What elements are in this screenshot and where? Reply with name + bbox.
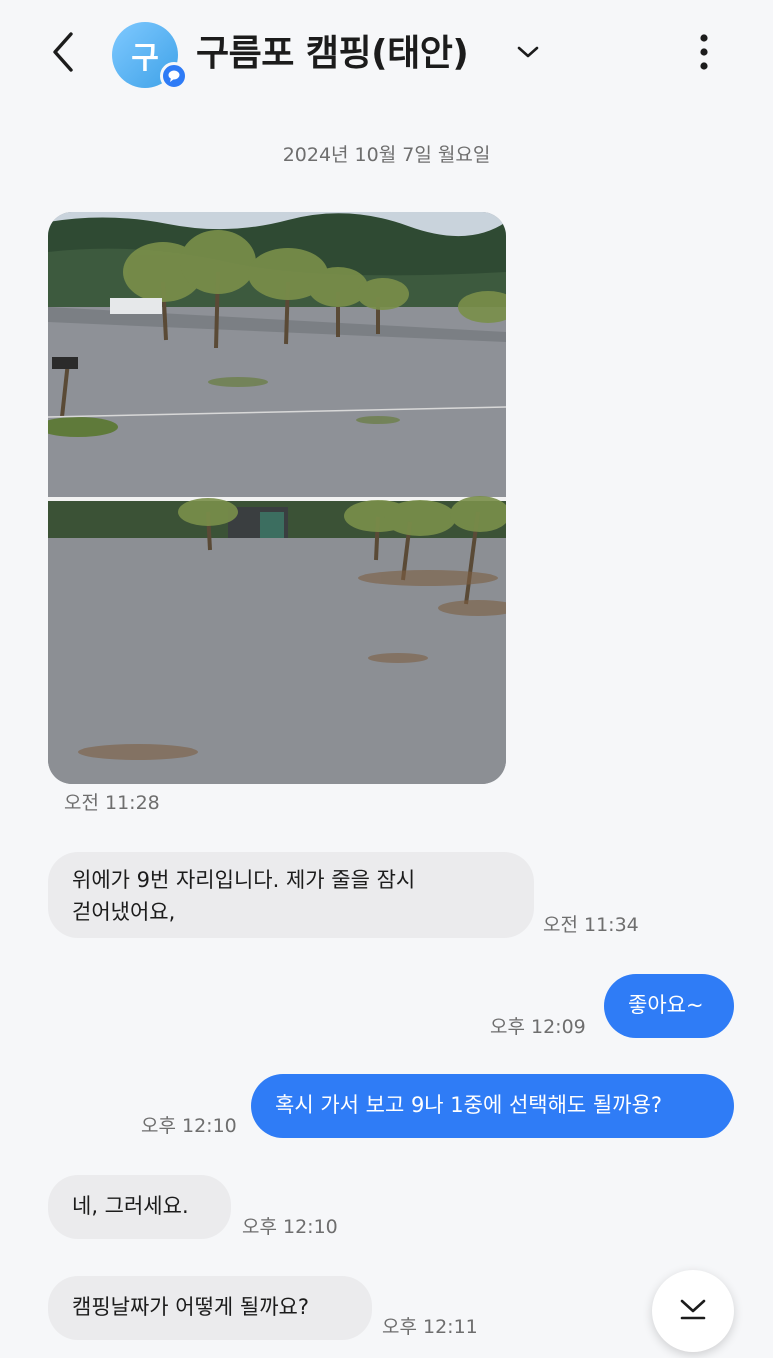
incoming-message-bubble[interactable]: 캠핑날짜가 어떻게 될까요? <box>48 1276 372 1340</box>
message-text-line: 위에가 9번 자리입니다. 제가 줄을 잠시 <box>72 868 416 892</box>
message-time: 오후 12:11 <box>382 1316 478 1338</box>
message-time: 오후 12:09 <box>490 1016 586 1038</box>
message-time: 오전 11:28 <box>64 792 160 814</box>
message-time: 오후 12:10 <box>242 1216 338 1238</box>
message-text: 좋아요~ <box>628 993 704 1017</box>
message-time: 오전 11:34 <box>543 914 639 936</box>
message-text-line: 걷어냈어요, <box>72 900 176 924</box>
chat-title[interactable]: 구름포 캠핑(태안) <box>196 28 469 80</box>
title-dropdown-button[interactable] <box>512 38 544 70</box>
campsite-photo <box>48 212 506 784</box>
outgoing-message-bubble[interactable]: 혹시 가서 보고 9나 1중에 선택해도 될까용? <box>251 1074 734 1138</box>
chat-header: 구 구름포 캠핑(태안) <box>0 0 773 112</box>
chevron-down-icon <box>516 44 540 64</box>
outgoing-message-bubble[interactable]: 좋아요~ <box>604 974 734 1038</box>
avatar-initial: 구 <box>131 41 159 76</box>
message-text: 혹시 가서 보고 9나 1중에 선택해도 될까용? <box>275 1093 663 1117</box>
incoming-message-bubble[interactable]: 네, 그러세요. <box>48 1175 231 1239</box>
image-message[interactable] <box>48 212 506 784</box>
message-text: 캠핑날짜가 어떻게 될까요? <box>72 1295 310 1319</box>
message-time: 오후 12:10 <box>141 1115 237 1137</box>
date-separator: 2024년 10월 7일 월요일 <box>282 144 491 166</box>
chevron-down-icon <box>677 1297 709 1325</box>
chat-badge-icon <box>160 62 188 90</box>
incoming-message-bubble[interactable]: 위에가 9번 자리입니다. 제가 줄을 잠시 걷어냈어요, <box>48 852 534 938</box>
back-button[interactable] <box>40 30 88 78</box>
more-options-button[interactable] <box>684 32 724 76</box>
message-text: 네, 그러세요. <box>72 1194 189 1218</box>
chevron-left-icon <box>49 30 79 78</box>
more-vertical-icon <box>699 34 709 74</box>
scroll-to-bottom-button[interactable] <box>652 1270 734 1352</box>
